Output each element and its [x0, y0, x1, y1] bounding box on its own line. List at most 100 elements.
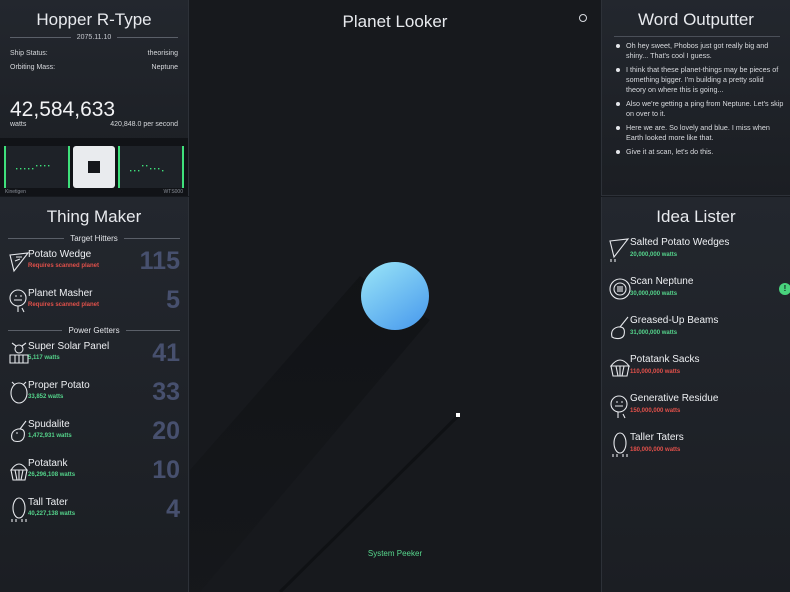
maker-item-potatank[interactable]: Potatank 26,296,108 watts 10 — [6, 454, 182, 493]
date-row: 2075.11.10 — [10, 34, 179, 41]
maker-item-proper-potato[interactable]: Proper Potato 33,852 watts 33 — [6, 376, 182, 415]
left-oscilloscope — [4, 146, 70, 188]
message-log: Oh hey sweet, Phobos just got really big… — [602, 41, 790, 157]
idea-greased-up-beams[interactable]: Greased-Up Beams 31,000,000 watts — [606, 311, 786, 350]
item-count: 41 — [152, 339, 180, 367]
salted-wedge-icon — [609, 238, 630, 262]
ship-status-panel: Hopper R-Type 2075.11.10 Ship Status: th… — [0, 0, 189, 196]
notification-tab[interactable]: ! — [779, 283, 790, 295]
item-name: Planet Masher — [28, 288, 93, 299]
item-count: 20 — [152, 417, 180, 445]
maker-item-tall-tater[interactable]: Tall Tater 40,227,138 watts 4 — [6, 493, 182, 532]
idea-scan-neptune[interactable]: Scan Neptune 30,000,000 watts — [606, 272, 786, 311]
mass-row: Orbiting Mass: Neptune — [10, 61, 178, 75]
mass-label: Orbiting Mass: — [10, 64, 56, 71]
stop-button[interactable] — [73, 146, 115, 188]
waveform-icon — [16, 165, 50, 170]
words-title: Word Outputter — [638, 10, 754, 29]
maker-item-super-solar-panel[interactable]: Super Solar Panel 5,117 watts 41 — [6, 337, 182, 376]
divider — [614, 36, 780, 37]
potatank-icon — [9, 463, 29, 481]
message-item: Here we are. So lovely and blue. I miss … — [616, 123, 784, 143]
potatank-sacks-icon — [609, 359, 631, 377]
item-count: 33 — [152, 378, 180, 406]
right-screen-label: WTS000 — [163, 189, 183, 195]
item-output: 1,472,931 watts — [28, 433, 72, 439]
item-count: 115 — [139, 247, 180, 275]
idea-name: Taller Taters — [630, 432, 684, 443]
item-name: Tall Tater — [28, 497, 68, 508]
generator-screens: Kinetigen WTS000 — [0, 138, 188, 196]
item-name: Proper Potato — [28, 380, 90, 391]
idea-taller-taters[interactable]: Taller Taters 180,000,000 watts — [606, 428, 786, 467]
spudalite-icon — [11, 420, 27, 443]
moon-marker[interactable] — [456, 413, 460, 417]
item-name: Super Solar Panel — [28, 341, 110, 352]
idea-name: Potatank Sacks — [630, 354, 700, 365]
idea-name: Greased-Up Beams — [630, 315, 719, 326]
message-item: I think that these planet-things may be … — [616, 65, 784, 95]
idea-potatank-sacks[interactable]: Potatank Sacks 110,000,000 watts — [606, 350, 786, 389]
status-value: theorising — [147, 50, 178, 57]
item-output: 40,227,138 watts — [28, 511, 76, 517]
idea-cost: 31,000,000 watts — [630, 330, 678, 336]
idea-cost: 110,000,000 watts — [630, 369, 681, 375]
status-row: Ship Status: theorising — [10, 47, 178, 61]
item-requirement: Requires scanned planet — [28, 263, 100, 269]
menu-circle-icon[interactable] — [579, 14, 587, 22]
planet-neptune[interactable] — [361, 262, 429, 330]
idea-generative-residue[interactable]: Generative Residue 150,000,000 watts — [606, 389, 786, 428]
item-count: 5 — [166, 286, 180, 314]
scan-icon — [609, 278, 631, 300]
ideas-title: Idea Lister — [656, 207, 736, 226]
looker-title: Planet Looker — [342, 12, 448, 31]
stop-icon — [88, 161, 100, 173]
maker-item-planet-masher[interactable]: Planet Masher Requires scanned planet 5 — [6, 284, 182, 323]
idea-salted-potato-wedges[interactable]: Salted Potato Wedges 20,000,000 watts — [606, 233, 786, 272]
message-item: Give it at scan, let's do this. — [616, 147, 784, 157]
residue-icon — [610, 395, 628, 419]
item-name: Potatank — [28, 458, 68, 469]
idea-name: Scan Neptune — [630, 276, 694, 287]
idea-cost: 30,000,000 watts — [630, 291, 678, 297]
item-output: 33,852 watts — [28, 394, 64, 400]
planet-looker-panel: Planet Looker System Peeker — [190, 0, 600, 592]
item-output: 5,117 watts — [28, 355, 60, 361]
watts-unit: watts — [10, 121, 27, 128]
maker-item-potato-wedge[interactable]: Potato Wedge Requires scanned planet 115 — [6, 245, 182, 284]
watts-total: 42,584,633 — [10, 98, 116, 121]
idea-cost: 150,000,000 watts — [630, 408, 681, 414]
thing-maker-panel: Thing Maker Target Hitters Potato Wedge … — [0, 197, 189, 592]
taller-taters-icon — [612, 432, 628, 457]
item-count: 4 — [166, 495, 180, 523]
maker-title: Thing Maker — [46, 207, 142, 226]
ship-title: Hopper R-Type — [36, 10, 152, 29]
idea-lister-panel: Idea Lister Salted Potato Wedges 20,000,… — [601, 197, 790, 592]
watts-row: watts 420,848.0 per second — [10, 121, 178, 128]
system-peeker-link[interactable]: System Peeker — [190, 549, 600, 558]
left-screen-label: Kinetigen — [5, 189, 26, 195]
target-section-label: Target Hitters — [70, 233, 118, 243]
power-section-header: Power Getters — [8, 323, 181, 337]
tall-tater-icon — [11, 497, 27, 522]
status-label: Ship Status: — [10, 50, 48, 57]
message-item: Also we're getting a ping from Neptune. … — [616, 99, 784, 119]
masher-icon — [9, 289, 27, 313]
beams-icon — [611, 316, 629, 340]
potato-icon — [10, 381, 28, 404]
word-outputter-panel: Word Outputter Oh hey sweet, Phobos just… — [601, 0, 790, 196]
idea-cost: 20,000,000 watts — [630, 252, 678, 258]
ship-date: 2075.11.10 — [76, 34, 112, 41]
maker-item-spudalite[interactable]: Spudalite 1,472,931 watts 20 — [6, 415, 182, 454]
item-name: Spudalite — [28, 419, 70, 430]
power-section-label: Power Getters — [68, 325, 120, 335]
right-oscilloscope — [118, 146, 184, 188]
item-name: Potato Wedge — [28, 249, 92, 260]
mass-value: Neptune — [151, 64, 178, 71]
wedge-icon — [9, 252, 30, 273]
item-output: 26,296,108 watts — [28, 472, 76, 478]
idea-name: Generative Residue — [630, 393, 719, 404]
solar-panel-icon — [9, 342, 29, 364]
planet-viewport — [190, 262, 460, 592]
waveform-icon — [130, 165, 164, 172]
